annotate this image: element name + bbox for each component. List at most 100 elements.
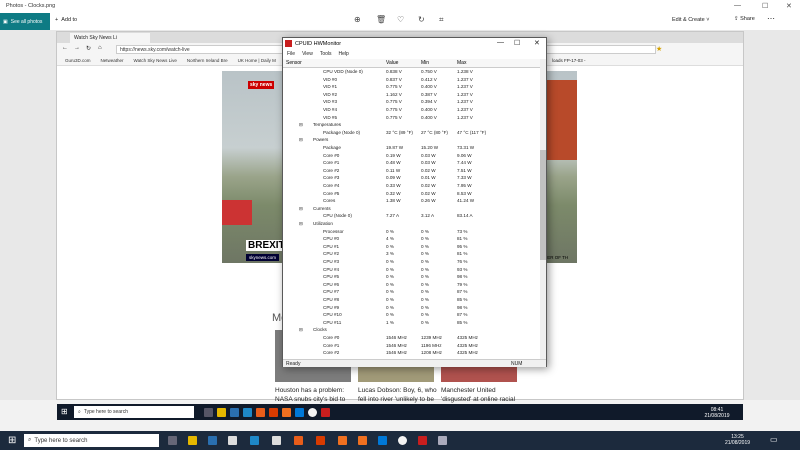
edge-tab[interactable]: Watch Sky News Li — [70, 33, 150, 43]
back-icon[interactable]: ← — [62, 45, 68, 51]
card-headline[interactable]: Houston has a problem: NASA snubs city's… — [275, 386, 355, 404]
expand-icon[interactable]: ⊟ — [299, 221, 303, 227]
sensor-row[interactable]: Core #2 0.11 W 0.02 W 7.51 W — [283, 167, 540, 175]
col-max[interactable]: Max — [457, 60, 466, 66]
sensor-row[interactable]: Core #2 1546 MHz 1208 MHz 4325 MHz — [283, 349, 540, 357]
sensor-row[interactable]: VID #0 0.837 V 0.412 V 1.237 V — [283, 76, 540, 84]
windows-start-icon[interactable]: ⊞ — [8, 435, 16, 446]
scrollbar-thumb[interactable] — [540, 150, 546, 260]
col-sensor[interactable]: Sensor — [286, 60, 302, 66]
sensor-row[interactable]: Package (Node 0) 32 °C (89 °F) 27 °C (80 °… — [283, 129, 540, 137]
mail-icon[interactable] — [230, 408, 239, 417]
system-clock[interactable]: 13:25 21/08/2019 — [715, 434, 760, 446]
sensor-row[interactable]: CPU #3 0 % 0 % 76 % — [283, 258, 540, 266]
store-icon[interactable] — [228, 436, 237, 445]
edge-icon[interactable] — [295, 408, 304, 417]
notifications-icon[interactable]: ▭ — [770, 435, 778, 444]
sensor-row[interactable]: CPU #9 0 % 0 % 98 % — [283, 304, 540, 312]
sensor-row[interactable]: CPU #5 0 % 0 % 98 % — [283, 273, 540, 281]
file-explorer-icon[interactable] — [188, 436, 197, 445]
firefox-icon[interactable] — [358, 436, 367, 445]
favorite-item[interactable]: UK Home | Daily M — [238, 58, 276, 63]
expand-icon[interactable]: ⊟ — [299, 137, 303, 143]
sensor-row[interactable]: VID #4 0.775 V 0.400 V 1.237 V — [283, 106, 540, 114]
col-min[interactable]: Min — [421, 60, 429, 66]
card-headline[interactable]: Lucas Dobson: Boy, 6, who fell into rive… — [358, 386, 438, 404]
firefox-icon[interactable] — [282, 408, 291, 417]
rotate-icon[interactable]: ↻ — [418, 15, 425, 24]
steam-icon[interactable] — [250, 436, 259, 445]
sensor-row[interactable]: CPU #0 4 % 0 % 81 % — [283, 235, 540, 243]
sensor-row[interactable]: Cores 1.38 W 0.26 W 41.24 W — [283, 197, 540, 205]
firefox-icon[interactable] — [338, 436, 347, 445]
favorite-icon[interactable]: ♡ — [397, 15, 404, 24]
sensor-row[interactable]: Package 19.87 W 15.20 W 73.31 W — [283, 144, 540, 152]
sensor-row[interactable]: CPU #6 0 % 0 % 79 % — [283, 281, 540, 289]
office-icon[interactable] — [269, 408, 278, 417]
firefox-icon[interactable] — [294, 436, 303, 445]
favorite-item[interactable]: loads FP-17-03 - — [552, 58, 586, 63]
delete-icon[interactable]: 🗑 — [376, 15, 386, 24]
hwmonitor-taskbar-icon[interactable] — [321, 408, 330, 417]
card-headline[interactable]: Manchester United 'disgusted' at online … — [441, 386, 521, 404]
inner-search-box[interactable]: ⌕ Type here to search — [74, 406, 194, 418]
sensor-group-row[interactable]: ⊟ Currents — [283, 205, 540, 213]
firefox-icon[interactable] — [256, 408, 265, 417]
sensor-row[interactable]: Core #0 0.19 W 0.03 W 9.06 W — [283, 152, 540, 160]
sensor-row[interactable]: Core #5 0.32 W 0.02 W 8.53 W — [283, 190, 540, 198]
taskview-icon[interactable] — [168, 436, 177, 445]
sensor-row[interactable]: CPU #7 0 % 0 % 87 % — [283, 288, 540, 296]
sensor-row[interactable]: Processor 0 % 0 % 73 % — [283, 228, 540, 236]
col-value[interactable]: Value — [386, 60, 398, 66]
edge-icon[interactable] — [378, 436, 387, 445]
minimize-icon[interactable]: — — [734, 2, 741, 9]
mail-icon[interactable] — [208, 436, 217, 445]
menu-tools[interactable]: Tools — [320, 51, 332, 58]
favorite-item[interactable]: Northern Ireland Bre — [187, 58, 228, 63]
sensor-row[interactable]: VID #2 1.162 V 0.387 V 1.237 V — [283, 91, 540, 99]
sensor-row[interactable]: CPU #1 0 % 0 % 95 % — [283, 243, 540, 251]
clock-app-icon[interactable] — [308, 408, 317, 417]
maximize-icon[interactable]: ☐ — [762, 2, 768, 10]
forward-icon[interactable]: → — [74, 45, 80, 51]
sensor-row[interactable]: CPU (Node 0) 7.27 A 3.12 A 83.14 A — [283, 212, 540, 220]
sensor-group-row[interactable]: ⊟ Powers — [283, 136, 540, 144]
expand-icon[interactable]: ⊟ — [299, 122, 303, 128]
sensor-row[interactable]: CPU #4 0 % 0 % 93 % — [283, 266, 540, 274]
search-box[interactable]: ⌕ Type here to search — [24, 434, 159, 447]
sensor-row[interactable]: VID #1 0.775 V 0.400 V 1.237 V — [283, 83, 540, 91]
close-icon[interactable]: ✕ — [786, 2, 792, 10]
sensor-row[interactable]: CPU #2 3 % 0 % 81 % — [283, 250, 540, 258]
sensor-row[interactable]: VID #5 0.775 V 0.400 V 1.237 V — [283, 114, 540, 122]
home-icon[interactable]: ⌂ — [98, 45, 102, 51]
crop-icon[interactable]: ⌗ — [439, 15, 444, 25]
edit-create-button[interactable]: Edit & Create ˅ — [672, 17, 709, 23]
favorite-item[interactable]: Watch Sky News Live — [134, 58, 177, 63]
sensor-group-row[interactable]: ⊟ Utilization — [283, 220, 540, 228]
sensor-group-row[interactable]: ⊟ Temperatures — [283, 121, 540, 129]
sensor-row[interactable]: Core #3 0.09 W 0.01 W 7.33 W — [283, 174, 540, 182]
store-icon[interactable] — [272, 436, 281, 445]
expand-icon[interactable]: ⊟ — [299, 206, 303, 212]
sensor-row[interactable]: Core #1 0.48 W 0.03 W 7.44 W — [283, 159, 540, 167]
menu-view[interactable]: View — [302, 51, 313, 58]
refresh-icon[interactable]: ↻ — [86, 45, 91, 52]
sensor-row[interactable]: Core #1 1546 MHz 1196 MHz 4325 MHz — [283, 342, 540, 350]
hwmonitor-taskbar-icon[interactable] — [418, 436, 427, 445]
sensor-row[interactable]: CPU #10 0 % 0 % 87 % — [283, 311, 540, 319]
menu-help[interactable]: Help — [339, 51, 349, 58]
sensor-row[interactable]: CPU #11 1 % 0 % 85 % — [283, 319, 540, 327]
sensor-row[interactable]: VID #3 0.775 V 0.394 V 1.237 V — [283, 98, 540, 106]
favorite-item[interactable]: Guru3D.com — [65, 58, 91, 63]
zoom-icon[interactable]: ⊕ — [354, 15, 361, 24]
close-icon[interactable]: ✕ — [534, 39, 540, 47]
favorite-item[interactable]: Netweather — [101, 58, 124, 63]
minimize-icon[interactable]: — — [497, 39, 504, 46]
more-icon[interactable]: ⋯ — [767, 14, 775, 23]
windows-start-icon[interactable]: ⊞ — [61, 407, 68, 416]
file-explorer-icon[interactable] — [217, 408, 226, 417]
steam-icon[interactable] — [243, 408, 252, 417]
sensor-row[interactable]: CPU #8 0 % 0 % 85 % — [283, 296, 540, 304]
inner-clock[interactable]: 08:41 21/08/2019 — [697, 407, 737, 419]
taskview-icon[interactable] — [204, 408, 213, 417]
